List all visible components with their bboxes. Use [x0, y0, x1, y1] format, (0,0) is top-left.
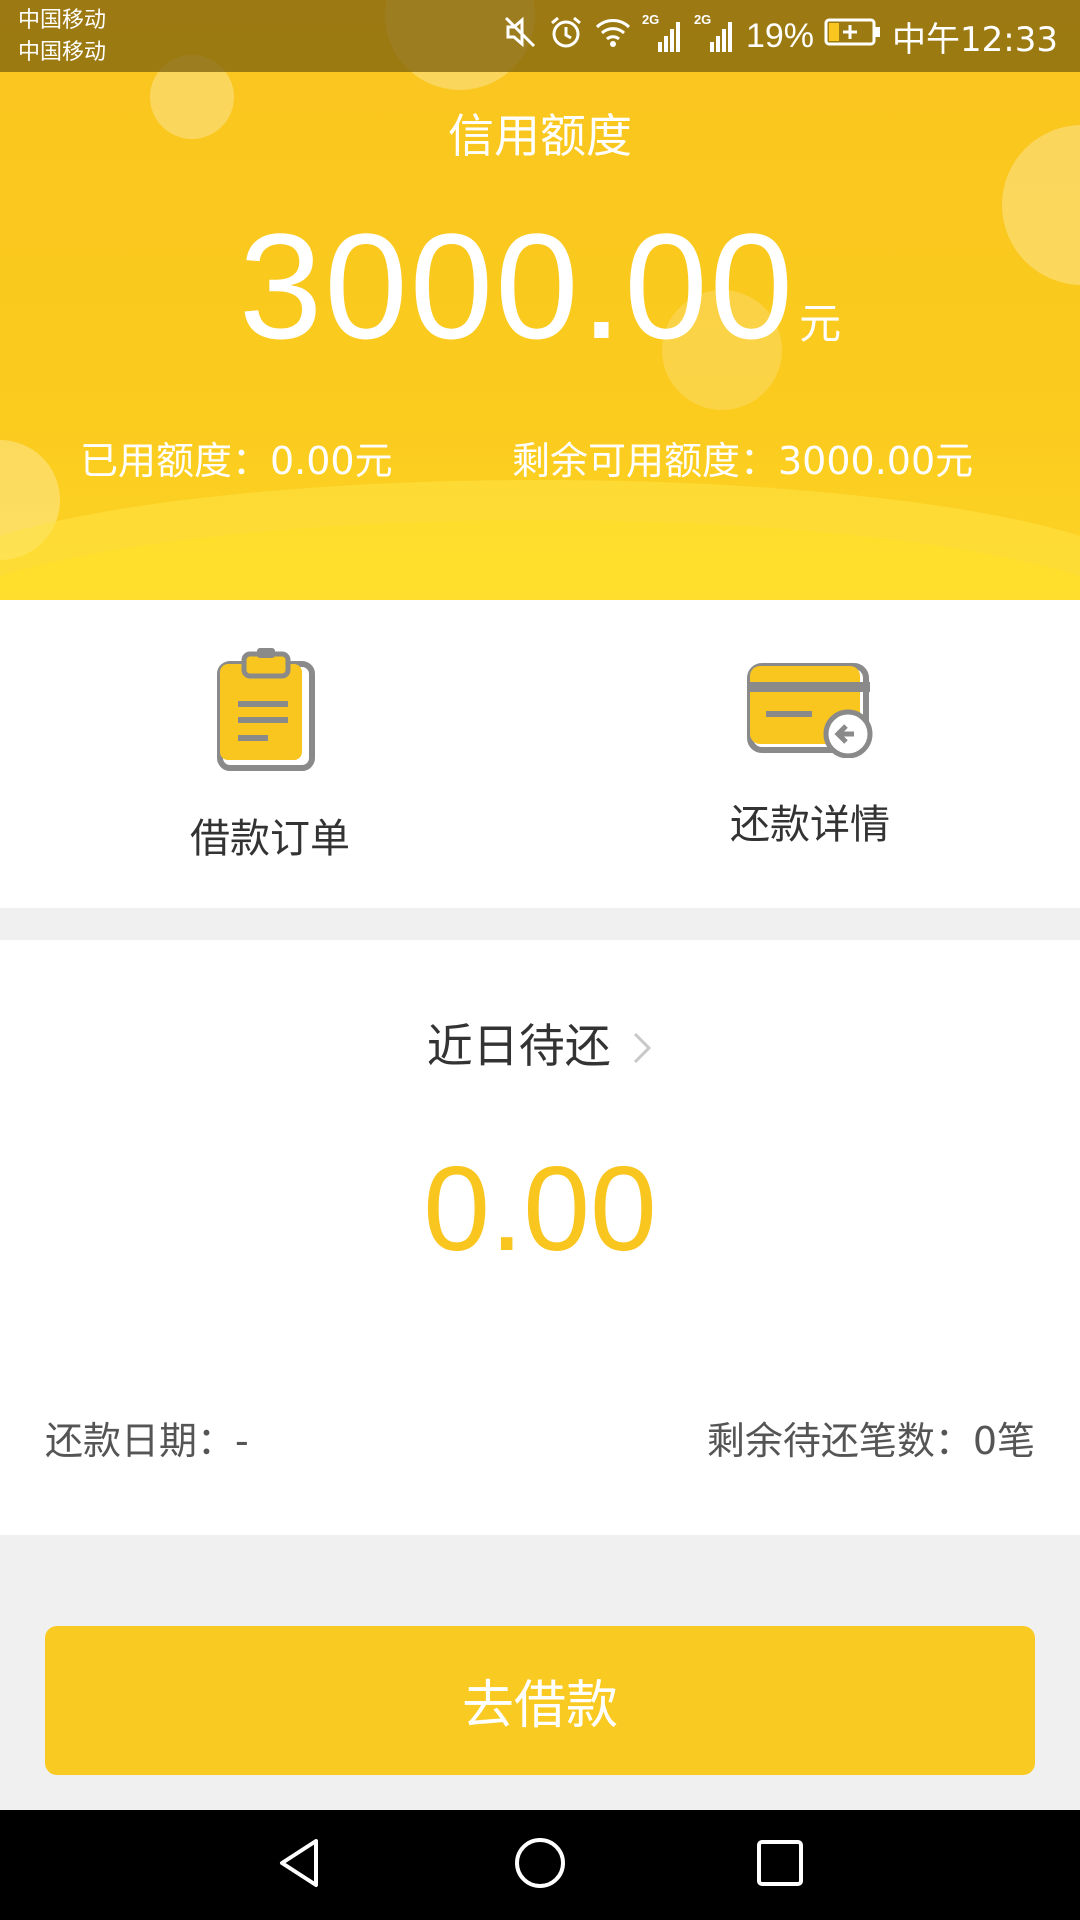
alarm-icon: [548, 14, 584, 59]
card-return-icon: [746, 662, 876, 762]
credit-unit: 元: [799, 299, 842, 348]
carrier-label: 中国移动: [18, 40, 107, 65]
recent-repayment-card: 近日待还 0.00 还款日期：- 剩余待还笔数：0笔: [0, 940, 1080, 1535]
recent-repayment-amount: 0.00: [423, 1142, 657, 1276]
clock: 中午12:33: [892, 19, 1058, 60]
loan-orders-label: 借款订单: [190, 816, 350, 862]
repayment-details-button[interactable]: 还款详情: [540, 600, 1080, 908]
recent-repayment-title: 近日待还: [426, 1019, 611, 1073]
battery-charging-icon: [824, 17, 882, 56]
mute-icon: [502, 14, 538, 59]
recent-repayment-link[interactable]: 近日待还: [0, 1010, 1080, 1077]
chevron-right-icon: [631, 1023, 653, 1077]
back-button[interactable]: [240, 1810, 360, 1920]
credit-amount-row: 3000.00元: [0, 200, 1080, 373]
wifi-icon: [594, 15, 632, 58]
recents-button[interactable]: [720, 1810, 840, 1920]
remaining-credit-label: 剩余可用额度：3000.00元: [512, 439, 974, 483]
used-credit-label: 已用额度：0.00元: [80, 439, 393, 483]
recents-icon: [755, 1838, 805, 1892]
credit-amount: 3000.00: [238, 202, 796, 370]
back-icon: [272, 1835, 328, 1895]
home-button[interactable]: [480, 1810, 600, 1920]
status-bar: 中国移动 中国移动 2G 2G 19% 中午12:33: [0, 0, 1080, 72]
signal-icon: 2G: [694, 12, 736, 54]
signal-icon: 2G: [642, 12, 684, 54]
credit-header: 中国移动 中国移动 2G 2G 19% 中午12:33 信用额度 3000.00…: [0, 0, 1080, 600]
navigation-bar: [0, 1810, 1080, 1920]
home-icon: [512, 1835, 568, 1895]
repayment-details-label: 还款详情: [730, 802, 890, 848]
remaining-count-label: 剩余待还笔数：0笔: [706, 1419, 1035, 1463]
quick-actions: 借款订单 还款详情: [0, 600, 1080, 908]
repayment-date-label: 还款日期：-: [45, 1419, 249, 1463]
borrow-button[interactable]: 去借款: [45, 1626, 1035, 1775]
clipboard-icon: [216, 648, 320, 776]
carrier-label: 中国移动: [18, 8, 107, 33]
battery-percent: 19%: [745, 16, 815, 55]
credit-limit-title: 信用额度: [448, 109, 632, 163]
loan-orders-button[interactable]: 借款订单: [0, 600, 540, 908]
